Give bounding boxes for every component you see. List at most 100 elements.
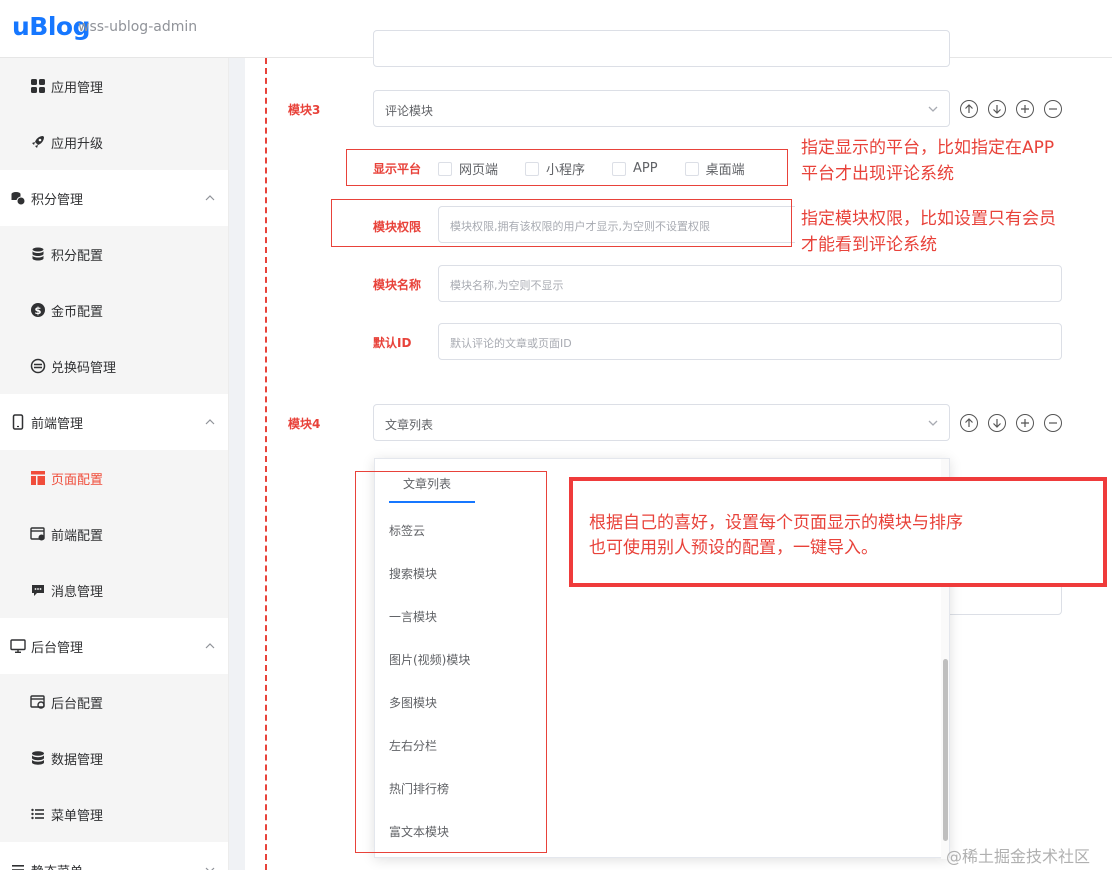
sidebar-item-admin-config[interactable]: 后台配置 — [0, 674, 228, 730]
sidebar-item-label: 静态菜单 — [31, 861, 83, 870]
sidebar-item-label: 兑换码管理 — [51, 360, 117, 376]
arrow-up-icon — [965, 418, 973, 427]
database-icon — [30, 246, 46, 262]
platform-checkbox-web[interactable]: 网页端 — [438, 159, 498, 178]
checkbox[interactable] — [438, 161, 452, 176]
sidebar-item-label: 消息管理 — [51, 584, 104, 600]
annotation-line: 指定模块权限，比如设置只有会员 — [801, 209, 1056, 229]
module3-select[interactable]: 评论模块 — [373, 90, 950, 127]
sidebar-group-admin[interactable]: 后台管理 — [0, 618, 228, 674]
checkbox[interactable] — [525, 161, 540, 176]
arrow-down-icon — [993, 419, 1001, 428]
default-id-input[interactable]: 默认评论的文章或页面ID — [438, 323, 1062, 360]
sidebar-item-coin-config[interactable]: $ 金币配置 — [0, 282, 228, 338]
remove-module-button[interactable] — [1044, 414, 1062, 432]
minus-icon — [1049, 422, 1057, 424]
module-name-label: 模块名称 — [373, 278, 422, 292]
checkbox-label: 网页端 — [459, 163, 499, 178]
sidebar-item-app-management[interactable]: 应用管理 — [0, 58, 228, 114]
annotation-line: 平台才出现评论系统 — [801, 164, 954, 184]
module4-label: 模块4 — [288, 417, 321, 431]
sidebar-item-menu-management[interactable]: 菜单管理 — [0, 786, 228, 842]
default-id-label: 默认ID — [373, 336, 412, 350]
remove-module-button[interactable] — [1044, 100, 1062, 118]
sidebar-item-label: 页面配置 — [51, 472, 104, 488]
checkbox[interactable] — [612, 161, 627, 176]
layout-icon — [30, 470, 46, 486]
phone-icon — [10, 414, 26, 430]
chevron-down-icon — [203, 863, 217, 870]
sidebar-group-points[interactable]: 积分管理 — [0, 170, 228, 226]
permission-annotation: 指定模块权限，比如设置只有会员 才能看到评论系统 — [801, 206, 1056, 258]
admin-settings-icon — [30, 694, 46, 710]
sidebar-item-label: 积分管理 — [31, 192, 84, 208]
message-icon — [30, 582, 46, 598]
sidebar-item-label: 后台管理 — [31, 640, 84, 656]
sidebar-item-label: 前端配置 — [51, 528, 104, 544]
sidebar-item-points-config[interactable]: 积分配置 — [0, 226, 228, 282]
sidebar-item-frontend-config[interactable]: 前端配置 — [0, 506, 228, 562]
platform-checkbox-app[interactable]: APP — [612, 161, 658, 176]
sidebar-gutter — [229, 58, 245, 870]
minus-icon — [1049, 108, 1057, 110]
sidebar-item-label: 后台配置 — [51, 696, 104, 712]
platform-checkbox-desktop[interactable]: 桌面端 — [684, 159, 745, 178]
move-down-button[interactable] — [988, 414, 1006, 432]
sidebar-item-redeem-code[interactable]: 兑换码管理 — [0, 338, 228, 394]
checkbox-label: APP — [633, 161, 658, 176]
exchange-icon — [30, 358, 46, 374]
plus-icon — [1021, 105, 1029, 113]
move-up-button[interactable] — [960, 414, 978, 432]
arrow-down-icon — [993, 105, 1001, 114]
plus-icon — [1021, 419, 1029, 427]
platform-checkbox-miniprogram[interactable]: 小程序 — [525, 159, 585, 178]
checkbox[interactable] — [684, 161, 699, 176]
sidebar-item-label: 前端管理 — [31, 416, 84, 432]
platform-checkbox-group: 网页端 小程序 APP 桌面端 — [438, 159, 772, 178]
sidebar: 应用管理 应用升级 积分管理 积分配置 $ 金币配置 兑换码管理 前端管理 页面… — [0, 58, 229, 870]
annotation-line: 才能看到评论系统 — [801, 235, 937, 255]
watermark: @稀土掘金技术社区 — [946, 847, 1091, 866]
svg-text:$: $ — [35, 306, 42, 317]
chevron-down-icon — [927, 103, 939, 115]
big-annotation-box: 根据自己的喜好，设置每个页面显示的模块与排序 也可使用别人预设的配置，一键导入。 — [569, 477, 1107, 587]
coins-icon — [10, 190, 26, 206]
add-module-button[interactable] — [1016, 414, 1034, 432]
monitor-icon — [10, 638, 26, 654]
module4-select[interactable]: 文章列表 — [373, 404, 950, 441]
menu-icon — [10, 862, 26, 870]
checkbox-label: 桌面端 — [705, 163, 745, 178]
list-icon — [30, 806, 46, 822]
sidebar-item-data-management[interactable]: 数据管理 — [0, 730, 228, 786]
module3-label: 模块3 — [288, 103, 321, 117]
database-icon — [30, 750, 46, 766]
chevron-up-icon — [203, 191, 217, 205]
sidebar-item-message[interactable]: 消息管理 — [0, 562, 228, 618]
move-down-button[interactable] — [988, 100, 1006, 118]
move-up-button[interactable] — [960, 100, 978, 118]
chevron-up-icon — [203, 639, 217, 653]
add-module-button[interactable] — [1016, 100, 1034, 118]
module-name-placeholder: 模块名称,为空则不显示 — [450, 279, 564, 292]
module3-select-value: 评论模块 — [385, 104, 434, 118]
grid-icon — [30, 78, 46, 94]
sidebar-group-static-menu[interactable]: 静态菜单 — [0, 842, 228, 870]
annotation-line: 指定显示的平台，比如指定在APP — [801, 138, 1055, 158]
previous-module-field[interactable] — [373, 30, 950, 67]
dropdown-scrollbar-thumb[interactable] — [943, 659, 948, 841]
platform-annotation: 指定显示的平台，比如指定在APP 平台才出现评论系统 — [801, 135, 1054, 187]
platform-label: 显示平台 — [373, 162, 422, 176]
sidebar-group-frontend[interactable]: 前端管理 — [0, 394, 228, 450]
dollar-icon: $ — [30, 302, 46, 318]
sidebar-item-page-config[interactable]: 页面配置 — [0, 450, 228, 506]
annotation-line: 根据自己的喜好，设置每个页面显示的模块与排序 — [589, 513, 963, 533]
sidebar-item-label: 数据管理 — [51, 752, 104, 768]
module-name-input[interactable]: 模块名称,为空则不显示 — [438, 265, 1062, 302]
sidebar-item-label: 应用管理 — [51, 80, 104, 96]
big-annotation-text: 根据自己的喜好，设置每个页面显示的模块与排序 也可使用别人预设的配置，一键导入。 — [589, 511, 963, 561]
chevron-up-icon — [203, 415, 217, 429]
dashed-divider — [265, 58, 267, 870]
sidebar-item-app-upgrade[interactable]: 应用升级 — [0, 114, 228, 170]
rocket-icon — [30, 134, 46, 150]
default-id-placeholder: 默认评论的文章或页面ID — [450, 337, 572, 350]
